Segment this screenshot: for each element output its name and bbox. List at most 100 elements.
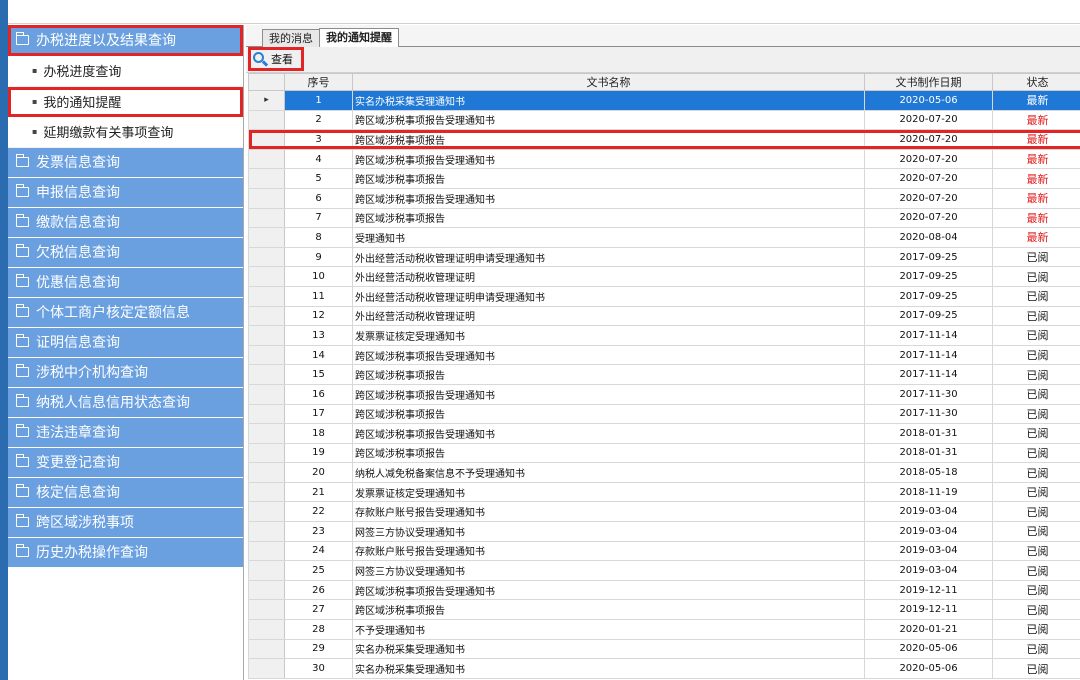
header-doc-name[interactable]: 文书名称 [352, 73, 865, 91]
table-row[interactable]: 3 跨区域涉税事项报告 2020-07-20 最新 [248, 129, 1080, 150]
sidebar-group-declaration[interactable]: 申报信息查询 [8, 177, 243, 208]
sidebar-group-payment[interactable]: 缴款信息查询 [8, 207, 243, 238]
sidebar-group-certificate[interactable]: 证明信息查询 [8, 327, 243, 358]
row-status: 已阅 [992, 442, 1080, 464]
sidebar-item-my-notifications[interactable]: ▪ 我的通知提醒 [8, 86, 243, 117]
row-seq: 25 [284, 560, 353, 581]
table-row[interactable]: 8 受理通知书 2020-08-04 最新 [248, 227, 1080, 248]
row-doc-name: 纳税人减免税备案信息不予受理通知书 [352, 462, 865, 483]
table-row[interactable]: 14 跨区域涉税事项报告受理通知书 2017-11-14 已阅 [248, 344, 1080, 366]
row-indicator [248, 442, 285, 464]
folder-icon [15, 364, 29, 377]
row-status: 已阅 [992, 344, 1080, 366]
folder-icon [15, 394, 29, 407]
sidebar-item-deferred-payment[interactable]: ▪ 延期缴款有关事项查询 [8, 117, 243, 148]
row-doc-date: 2017-11-30 [864, 383, 993, 405]
table-row[interactable]: 22 存款账户账号报告受理通知书 2019-03-04 已阅 [248, 501, 1080, 523]
table-row[interactable]: 25 网签三方协议受理通知书 2019-03-04 已阅 [248, 560, 1080, 581]
sidebar-group-preferential[interactable]: 优惠信息查询 [8, 267, 243, 298]
sidebar-group-history[interactable]: 历史办税操作查询 [8, 537, 243, 568]
top-bar [0, 0, 1080, 24]
table-row[interactable]: 24 存款账户账号报告受理通知书 2019-03-04 已阅 [248, 540, 1080, 562]
view-button[interactable]: 查看 [248, 47, 304, 71]
row-doc-date: 2017-09-25 [864, 266, 993, 287]
row-doc-date: 2020-07-20 [864, 207, 993, 229]
table-row[interactable]: 6 跨区域涉税事项报告受理通知书 2020-07-20 最新 [248, 187, 1080, 209]
magnifier-icon [253, 51, 269, 67]
table-row[interactable]: 26 跨区域涉税事项报告受理通知书 2019-12-11 已阅 [248, 579, 1080, 601]
table-row[interactable]: 20 纳税人减免税备案信息不予受理通知书 2018-05-18 已阅 [248, 462, 1080, 483]
row-doc-date: 2017-11-30 [864, 403, 993, 425]
folder-icon [15, 154, 29, 167]
table-row[interactable]: 9 外出经营活动税收管理证明申请受理通知书 2017-09-25 已阅 [248, 246, 1080, 268]
row-doc-date: 2017-09-25 [864, 246, 993, 268]
row-doc-date: 2019-03-04 [864, 501, 993, 523]
table-row[interactable]: 11 外出经营活动税收管理证明申请受理通知书 2017-09-25 已阅 [248, 285, 1080, 307]
row-doc-date: 2018-01-31 [864, 442, 993, 464]
bullet-icon: ▪ [32, 127, 38, 137]
header-doc-date[interactable]: 文书制作日期 [864, 73, 993, 91]
row-seq: 6 [284, 187, 353, 209]
row-doc-date: 2020-07-20 [864, 168, 993, 189]
row-doc-date: 2019-12-11 [864, 579, 993, 601]
table-row[interactable]: 18 跨区域涉税事项报告受理通知书 2018-01-31 已阅 [248, 423, 1080, 444]
row-indicator [248, 168, 285, 189]
sidebar-group-individual-quota[interactable]: 个体工商户核定定额信息 [8, 297, 243, 328]
row-doc-name: 外出经营活动税收管理证明申请受理通知书 [352, 285, 865, 307]
sidebar-group-violations[interactable]: 违法违章查询 [8, 417, 243, 448]
table-row[interactable]: 4 跨区域涉税事项报告受理通知书 2020-07-20 最新 [248, 148, 1080, 170]
table-row[interactable]: 12 外出经营活动税收管理证明 2017-09-25 已阅 [248, 305, 1080, 327]
row-seq: 24 [284, 540, 353, 562]
folder-icon [15, 334, 29, 347]
sidebar-group-arrears[interactable]: 欠税信息查询 [8, 237, 243, 268]
tab-my-messages[interactable]: 我的消息 [262, 29, 320, 47]
sidebar-group-label: 办税进度以及结果查询 [36, 33, 176, 49]
row-status: 已阅 [992, 658, 1080, 679]
table-row[interactable]: 13 发票票证核定受理通知书 2017-11-14 已阅 [248, 325, 1080, 346]
sidebar-group-assessment[interactable]: 核定信息查询 [8, 477, 243, 508]
table-row[interactable]: ▸ 1 实名办税采集受理通知书 2020-05-06 最新 [248, 90, 1080, 111]
table-row[interactable]: 5 跨区域涉税事项报告 2020-07-20 最新 [248, 168, 1080, 189]
row-indicator [248, 403, 285, 425]
row-seq: 8 [284, 227, 353, 248]
row-doc-date: 2019-03-04 [864, 560, 993, 581]
table-row[interactable]: 30 实名办税采集受理通知书 2020-05-06 已阅 [248, 658, 1080, 679]
sidebar-group-tax-agency[interactable]: 涉税中介机构查询 [8, 357, 243, 388]
sidebar-item-progress-query[interactable]: ▪ 办税进度查询 [8, 56, 243, 87]
row-status: 最新 [992, 90, 1080, 111]
row-status: 已阅 [992, 619, 1080, 640]
row-indicator [248, 325, 285, 346]
row-seq: 4 [284, 148, 353, 170]
row-seq: 27 [284, 599, 353, 621]
table-row[interactable]: 2 跨区域涉税事项报告受理通知书 2020-07-20 最新 [248, 109, 1080, 131]
table-row[interactable]: 21 发票票证核定受理通知书 2018-11-19 已阅 [248, 481, 1080, 503]
row-seq: 2 [284, 109, 353, 131]
sidebar-group-progress-results[interactable]: 办税进度以及结果查询 [8, 25, 243, 56]
table-row[interactable]: 16 跨区域涉税事项报告受理通知书 2017-11-30 已阅 [248, 383, 1080, 405]
table-row[interactable]: 19 跨区域涉税事项报告 2018-01-31 已阅 [248, 442, 1080, 464]
row-indicator [248, 619, 285, 640]
sidebar-group-invoice[interactable]: 发票信息查询 [8, 147, 243, 178]
table-row[interactable]: 17 跨区域涉税事项报告 2017-11-30 已阅 [248, 403, 1080, 425]
row-doc-date: 2020-07-20 [864, 148, 993, 170]
sidebar-group-credit-status[interactable]: 纳税人信息信用状态查询 [8, 387, 243, 418]
row-status: 已阅 [992, 383, 1080, 405]
table-row[interactable]: 23 网签三方协议受理通知书 2019-03-04 已阅 [248, 521, 1080, 542]
row-doc-name: 受理通知书 [352, 227, 865, 248]
table-row[interactable]: 28 不予受理通知书 2020-01-21 已阅 [248, 619, 1080, 640]
sidebar-group-change-registration[interactable]: 变更登记查询 [8, 447, 243, 478]
row-doc-name: 跨区域涉税事项报告受理通知书 [352, 423, 865, 444]
sidebar-group-cross-region[interactable]: 跨区域涉税事项 [8, 507, 243, 538]
sidebar-item-label: 办税进度查询 [43, 65, 122, 81]
table-row[interactable]: 10 外出经营活动税收管理证明 2017-09-25 已阅 [248, 266, 1080, 287]
row-doc-date: 2017-09-25 [864, 285, 993, 307]
table-row[interactable]: 27 跨区域涉税事项报告 2019-12-11 已阅 [248, 599, 1080, 621]
row-indicator: ▸ [248, 90, 285, 111]
table-row[interactable]: 29 实名办税采集受理通知书 2020-05-06 已阅 [248, 638, 1080, 660]
table-row[interactable]: 7 跨区域涉税事项报告 2020-07-20 最新 [248, 207, 1080, 229]
header-seq[interactable]: 序号 [284, 73, 353, 91]
header-status[interactable]: 状态 [992, 73, 1080, 91]
tab-my-notifications[interactable]: 我的通知提醒 [319, 28, 399, 48]
sidebar-group-label: 变更登记查询 [36, 455, 120, 471]
table-row[interactable]: 15 跨区域涉税事项报告 2017-11-14 已阅 [248, 364, 1080, 385]
